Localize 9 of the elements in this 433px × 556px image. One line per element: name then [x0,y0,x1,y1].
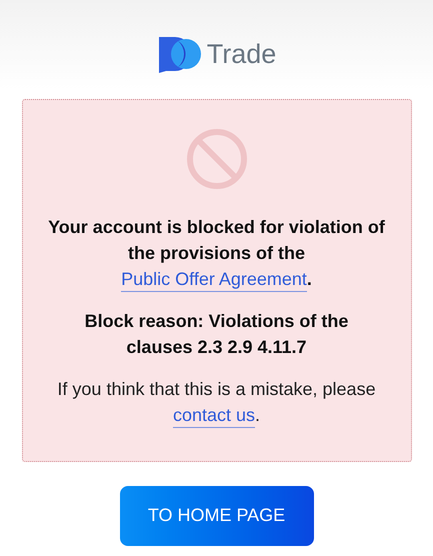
help-message: If you think that this is a mistake, please contact us. [38,376,394,428]
logo-text: Trade [206,38,276,71]
blocked-message: Your account is blocked for violation of the provisions of the Public Offer Agreement. [38,214,394,292]
link[interactable]: contact us [172,404,256,428]
home-page-button[interactable]: TO HOME PAGE [120,486,314,546]
link[interactable]: Public Offer Agreement [121,268,307,292]
blocked-icon [186,128,248,190]
logo-icon [156,35,203,74]
block-reason: Block reason: Violations of the clauses 2.3 2.9 4.11.7 [84,310,350,358]
